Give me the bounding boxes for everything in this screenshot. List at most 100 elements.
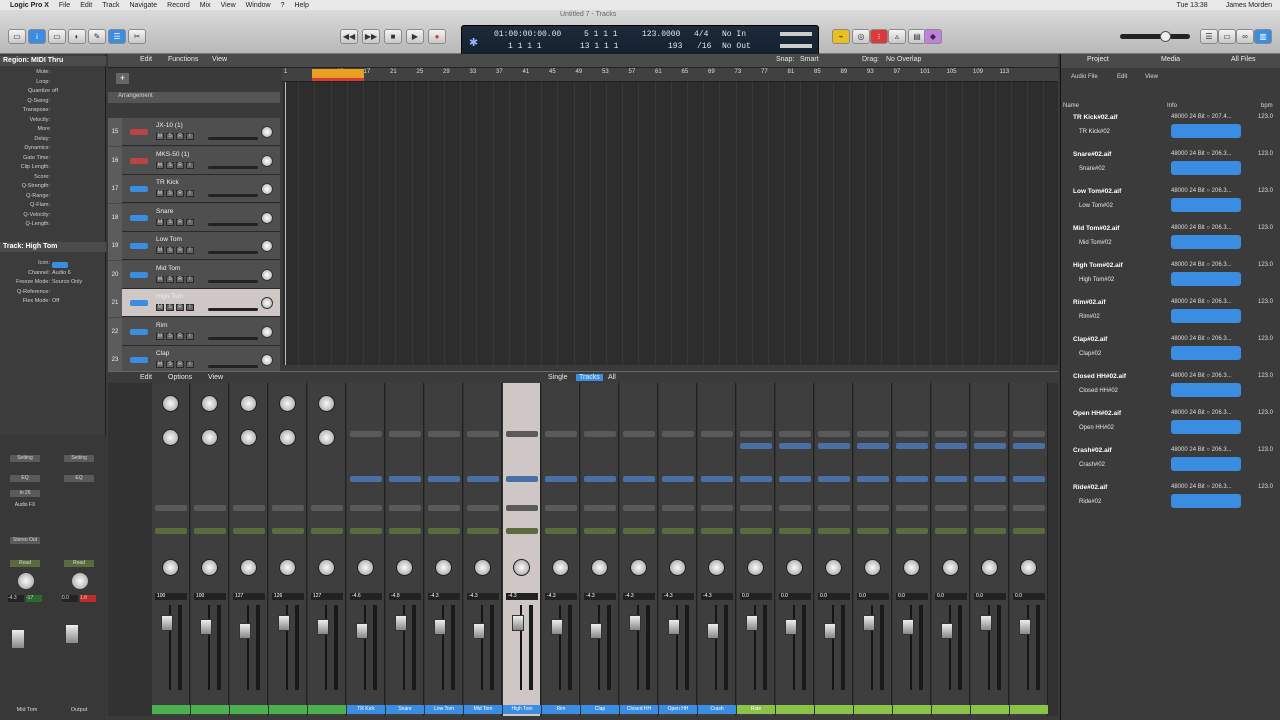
mixer-channel-strip[interactable]: -4.3 Crash [698, 383, 736, 716]
play-button[interactable]: ▶ [406, 29, 424, 44]
mixer-channel-strip[interactable]: 0.0 [893, 383, 931, 716]
file-name[interactable]: Crash#02.aif [1073, 447, 1112, 454]
fader-b[interactable] [66, 625, 78, 643]
pan-knob[interactable] [474, 559, 491, 576]
waveform-thumbnail[interactable] [1171, 494, 1241, 508]
pan-knob[interactable] [162, 559, 179, 576]
mute-button[interactable]: M [156, 247, 164, 254]
region-inspector-header[interactable]: Region: MIDI Thru [0, 56, 106, 66]
waveform-thumbnail[interactable] [1171, 383, 1241, 397]
fader-cap[interactable] [902, 619, 914, 635]
browser-button[interactable]: ▥ [1254, 29, 1272, 44]
insert-slot[interactable] [935, 443, 967, 449]
automation-mode[interactable] [740, 528, 772, 534]
pan-knob[interactable] [396, 559, 413, 576]
inspector-row[interactable]: Gate Time: [0, 154, 106, 163]
fader-cap[interactable] [239, 623, 251, 639]
region-name[interactable]: Open HH#02 [1079, 425, 1114, 431]
browser-file[interactable]: Ride#02.aif 48000 24 Bit ○ 206.3... 123.0 R… [1061, 482, 1280, 519]
automation-mode[interactable] [974, 528, 1006, 534]
volume-readout[interactable]: 127 [233, 593, 265, 600]
send-knob-2[interactable] [201, 429, 218, 446]
automation-mode[interactable] [818, 528, 850, 534]
solo-button[interactable]: S [166, 218, 174, 226]
track-volume-slider[interactable] [208, 251, 258, 254]
browser-file[interactable]: Clap#02.aif 48000 24 Bit ○ 206.3... 123.0 C… [1061, 334, 1280, 371]
mixer-channel-strip[interactable]: -4.3 Open HH [659, 383, 697, 716]
track-name[interactable]: High Tom [156, 293, 183, 300]
output-slot[interactable] [233, 505, 265, 511]
automation-mode[interactable] [545, 528, 577, 534]
track-pan-knob[interactable] [261, 297, 273, 309]
track-volume-slider[interactable] [208, 279, 258, 283]
channel-name[interactable] [893, 705, 931, 714]
fader-cap[interactable] [1019, 619, 1031, 635]
inspector-row[interactable]: Dynamics: [0, 144, 106, 153]
mixer-channel-strip[interactable]: -4.3 Closed HH [620, 383, 658, 716]
channel-name[interactable]: Closed HH [620, 705, 658, 714]
fader-cap[interactable] [941, 623, 953, 639]
volume-readout[interactable]: -4.3 [428, 593, 460, 600]
mute-button[interactable]: M [156, 361, 164, 368]
inspector-row[interactable]: Delay: [0, 135, 106, 144]
track-name[interactable]: JX-10 (1) [156, 122, 183, 129]
inspector-row[interactable]: Loop: [0, 78, 106, 87]
waveform-thumbnail[interactable] [1171, 198, 1241, 212]
pan-knob[interactable] [318, 559, 335, 576]
output-slot[interactable] [272, 505, 304, 511]
track-header[interactable]: 19 Low Tom M S R I [108, 232, 280, 260]
mute-button[interactable]: M [156, 190, 164, 197]
solo-button[interactable]: S [166, 247, 174, 254]
track-volume-slider[interactable] [208, 336, 258, 340]
notes-button[interactable]: ▭ [1218, 29, 1236, 44]
automation-mode[interactable] [311, 528, 343, 534]
mixer-channel-strip[interactable]: 0.0 [1010, 383, 1048, 716]
inspector-row[interactable]: Mute: [0, 68, 106, 77]
input-monitor-button[interactable]: I [186, 247, 194, 254]
pan-knob-a[interactable] [18, 573, 34, 589]
volume-readout[interactable]: 100 [155, 593, 187, 600]
send-slot[interactable] [935, 476, 967, 482]
inspector-value[interactable]: off [52, 87, 58, 96]
track-icon[interactable] [52, 262, 68, 268]
send-knob-2[interactable] [318, 429, 335, 446]
mixer-edit-menu[interactable]: Edit [140, 374, 152, 381]
tracks-edit-menu[interactable]: Edit [140, 56, 152, 63]
mixer-channel-strip[interactable]: -4.8 Snare [386, 383, 424, 716]
volume-readout[interactable]: -4.3 [623, 593, 655, 600]
region-name[interactable]: Mid Tom#02 [1079, 240, 1112, 246]
mixer-channel-strip[interactable]: -4.3 Clap [581, 383, 619, 716]
volume-readout[interactable]: 0.0 [1013, 593, 1045, 600]
waveform-thumbnail[interactable] [1171, 124, 1241, 138]
mixer-channel-strip[interactable]: -4.3 High Tom [503, 383, 541, 716]
list-editors-button[interactable]: ☰ [1200, 29, 1218, 44]
file-name[interactable]: Open HH#02.aif [1073, 410, 1121, 417]
file-name[interactable]: Clap#02.aif [1073, 336, 1107, 343]
tracks-functions-menu[interactable]: Functions [168, 56, 198, 63]
menu-mix[interactable]: Mix [200, 2, 211, 9]
mixer-channel-strip[interactable]: 100 [152, 383, 190, 716]
solo-button[interactable]: ◎ [852, 29, 870, 44]
waveform-thumbnail[interactable] [1171, 457, 1241, 471]
automation-mode[interactable] [233, 528, 265, 534]
mixer-button[interactable]: ✎ [88, 29, 106, 44]
channel-name[interactable]: Clap [581, 705, 619, 714]
fader-cap[interactable] [551, 619, 563, 635]
mute-button[interactable]: M [156, 275, 164, 283]
region-name[interactable]: Clap#02 [1079, 351, 1101, 357]
automation-mode[interactable] [584, 528, 616, 534]
channel-name[interactable]: Ride [737, 705, 775, 714]
fader-cap[interactable] [278, 615, 290, 631]
user-name[interactable]: James Morden [1226, 2, 1272, 9]
pan-knob[interactable] [825, 559, 842, 576]
tab-all-files[interactable]: All Files [1231, 56, 1256, 63]
waveform-thumbnail[interactable] [1171, 346, 1241, 360]
inspector-row[interactable]: Q-Velocity: [0, 211, 106, 220]
output-slot[interactable] [194, 505, 226, 511]
waveform-thumbnail[interactable] [1171, 235, 1241, 249]
volume-readout[interactable]: 0.0 [935, 593, 967, 600]
output-slot[interactable] [662, 505, 694, 511]
pan-knob[interactable] [708, 559, 725, 576]
editors-button[interactable]: ☰ [108, 29, 126, 44]
send-slot[interactable] [857, 476, 889, 482]
